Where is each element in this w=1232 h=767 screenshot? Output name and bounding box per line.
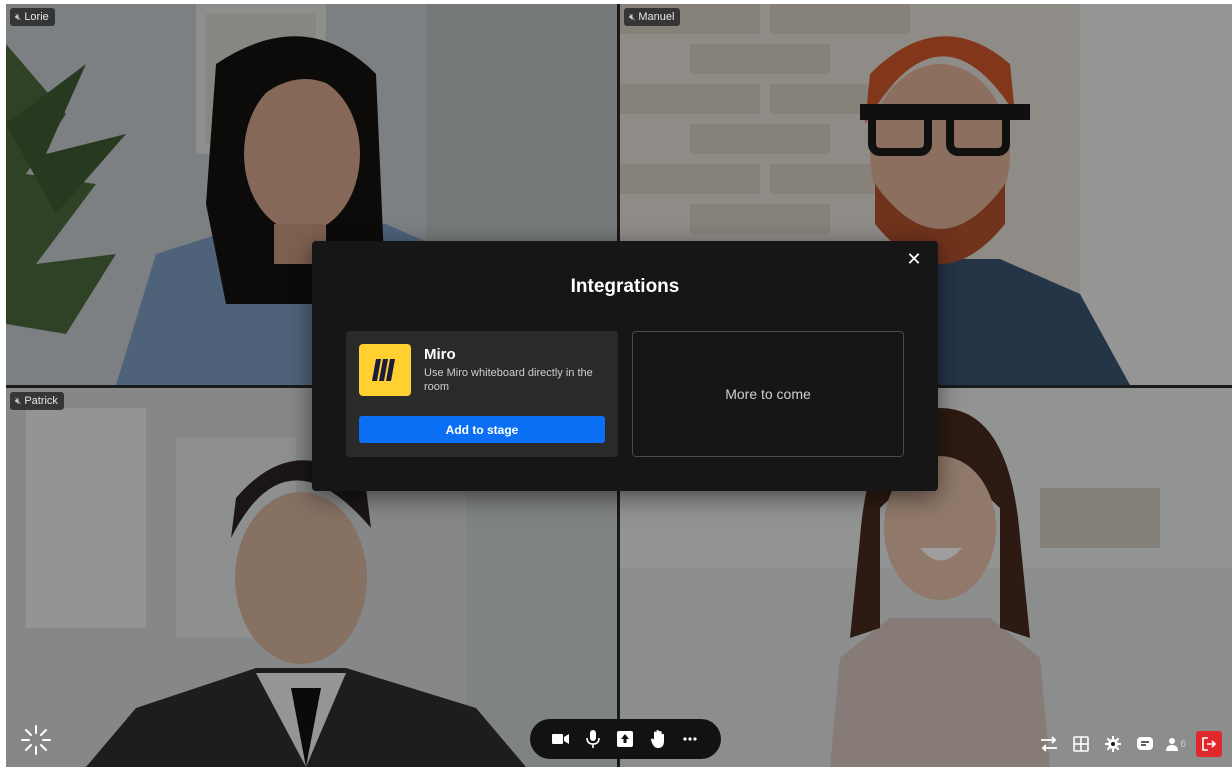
video-stage: 🔇︎ Lorie 🔇︎ Manuel 🔇︎ Patrick ✕ Integrat… [6,4,1232,767]
more-icon[interactable] [679,728,701,750]
call-controls [530,719,721,759]
settings-icon[interactable] [1102,733,1124,755]
mic-off-icon: 🔇︎ [15,395,22,407]
add-to-stage-button[interactable]: Add to stage [359,416,605,443]
participant-count: 6 [1180,738,1186,750]
modal-title: Integrations [570,276,680,297]
microphone-icon[interactable] [582,728,604,750]
chat-icon[interactable] [1134,733,1156,755]
placeholder-label: More to come [725,386,811,402]
app-logo-icon [21,725,51,755]
close-icon[interactable]: ✕ [904,249,924,269]
integration-name: Miro [424,346,456,363]
more-to-come-placeholder: More to come [632,331,904,457]
participant-nametag: 🔇︎ Patrick [10,392,64,410]
camera-icon[interactable] [550,728,572,750]
participants-button[interactable]: 6 [1166,733,1186,755]
share-screen-icon[interactable] [614,728,636,750]
participant-name: Patrick [24,395,58,407]
integration-description: Use Miro whiteboard directly in the room [424,367,593,393]
raise-hand-icon[interactable] [647,728,669,750]
right-controls: 6 [1038,731,1222,757]
participant-name: Lorie [24,11,49,23]
miro-integration-card: Miro Use Miro whiteboard directly in the… [346,331,618,457]
grid-layout-icon[interactable] [1070,733,1092,755]
participant-nametag: 🔇︎ Manuel [624,8,681,26]
exit-icon [1202,737,1216,751]
integrations-modal: ✕ Integrations Miro Use Miro whiteboard … [312,241,938,491]
participant-nametag: 🔇︎ Lorie [10,8,55,26]
miro-logo [359,344,411,396]
mic-off-icon: 🔇︎ [15,11,22,23]
participants-icon [1166,738,1179,751]
mic-off-icon: 🔇︎ [629,11,636,23]
leave-call-button[interactable] [1196,731,1222,757]
switch-icon[interactable] [1038,733,1060,755]
participant-name: Manuel [638,11,675,23]
